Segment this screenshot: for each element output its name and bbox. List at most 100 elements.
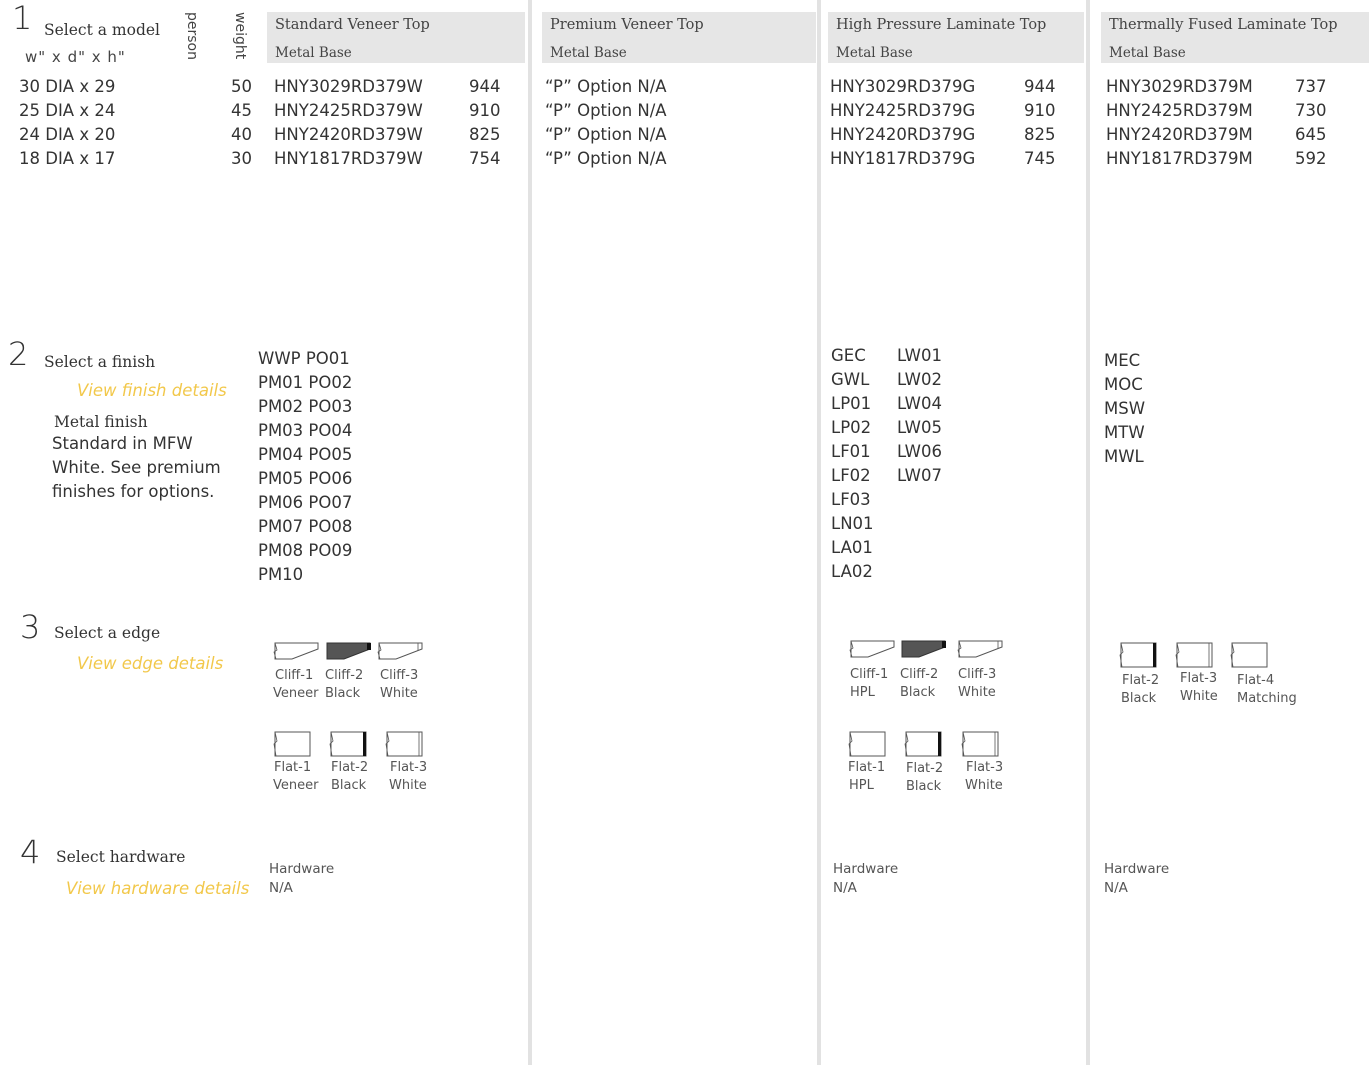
finish-option[interactable]: PM10 (258, 563, 303, 587)
flat-edge-icon[interactable] (273, 731, 312, 757)
product-code: HNY2425RD379M (1106, 101, 1253, 120)
finish-option[interactable]: WWP PO01 (258, 347, 350, 371)
finish-option[interactable]: LF03 (831, 488, 871, 512)
product-price: 737 (1295, 77, 1327, 96)
finish-option[interactable]: LA01 (831, 536, 873, 560)
finish-option[interactable]: MWL (1104, 445, 1144, 469)
finish-option[interactable]: PM02 PO03 (258, 395, 352, 419)
edge-name: Flat-4 (1237, 673, 1275, 688)
view-edge-details-link[interactable]: View edge details (77, 654, 223, 673)
finish-option[interactable]: LW05 (897, 416, 942, 440)
product-price: 944 (1024, 77, 1056, 96)
finish-option[interactable]: PM01 PO02 (258, 371, 352, 395)
edge-name: Cliff-3 (958, 667, 997, 682)
product-price: 825 (1024, 125, 1056, 144)
weight-label: weight (232, 12, 248, 60)
flat-edge-icon[interactable] (1230, 642, 1269, 668)
metal-finish-text: finishes for options. (52, 482, 215, 501)
cliff-edge-icon[interactable] (849, 640, 896, 660)
finish-option[interactable]: LA02 (831, 560, 873, 584)
cliff-edge-icon[interactable] (273, 642, 320, 662)
product-code: “P” Option N/A (545, 101, 667, 120)
edge-sub: Matching (1237, 691, 1297, 706)
finish-option[interactable]: LW02 (897, 368, 942, 392)
edge-sub: White (389, 778, 427, 793)
cliff-edge-white-icon[interactable] (957, 640, 1004, 660)
finish-option[interactable]: MEC (1104, 349, 1140, 373)
finish-option[interactable]: LF01 (831, 440, 871, 464)
finish-option[interactable]: LW04 (897, 392, 942, 416)
flat-edge-white-icon[interactable] (1175, 642, 1214, 668)
edge-name: Flat-1 (274, 760, 312, 775)
column-base-title: Metal Base (1109, 45, 1186, 61)
product-code: “P” Option N/A (545, 77, 667, 96)
model-size: 30 DIA x 29 (19, 77, 116, 96)
finish-option[interactable]: MOC (1104, 373, 1143, 397)
product-code: HNY1817RD379G (830, 149, 976, 168)
finish-option[interactable]: LW01 (897, 344, 942, 368)
finish-option[interactable]: MTW (1104, 421, 1145, 445)
finish-option[interactable]: PM03 PO04 (258, 419, 352, 443)
edge-name: Cliff-1 (850, 667, 889, 682)
step-number: 4 (20, 833, 41, 871)
column-header-hpl: High Pressure Laminate Top Metal Base (828, 12, 1084, 63)
hardware-value: N/A (269, 880, 293, 896)
model-size: 18 DIA x 17 (19, 149, 116, 168)
finish-option[interactable]: PM05 PO06 (258, 467, 352, 491)
column-top-title: Standard Veneer Top (275, 17, 430, 33)
finish-option[interactable]: PM04 PO05 (258, 443, 352, 467)
flat-edge-white-icon[interactable] (961, 731, 1000, 757)
product-price: 910 (469, 101, 501, 120)
edge-name: Cliff-3 (380, 668, 419, 683)
finish-option[interactable]: PM06 PO07 (258, 491, 352, 515)
hardware-value: N/A (833, 880, 857, 896)
column-header-standard-veneer: Standard Veneer Top Metal Base (267, 12, 525, 63)
product-price: 825 (469, 125, 501, 144)
product-price: 592 (1295, 149, 1327, 168)
finish-option[interactable]: LP01 (831, 392, 871, 416)
finish-option[interactable]: LP02 (831, 416, 871, 440)
finish-option[interactable]: LN01 (831, 512, 874, 536)
edge-name: Flat-3 (1180, 671, 1218, 686)
column-top-title: High Pressure Laminate Top (836, 17, 1047, 33)
hardware-value: N/A (1104, 880, 1128, 896)
edge-name: Flat-2 (331, 760, 369, 775)
view-hardware-details-link[interactable]: View hardware details (66, 879, 249, 898)
view-finish-details-link[interactable]: View finish details (77, 381, 227, 400)
finish-option[interactable]: PM07 PO08 (258, 515, 352, 539)
cliff-edge-black-icon[interactable] (326, 642, 372, 662)
flat-edge-black-icon[interactable] (904, 731, 943, 757)
metal-finish-text: Standard in MFW (52, 434, 193, 453)
cliff-edge-white-icon[interactable] (377, 642, 424, 662)
column-top-title: Thermally Fused Laminate Top (1109, 17, 1338, 33)
model-size: 25 DIA x 24 (19, 101, 116, 120)
flat-edge-black-icon[interactable] (1119, 642, 1158, 668)
finish-option[interactable]: GEC (831, 344, 866, 368)
hardware-label: Hardware (269, 861, 335, 877)
edge-name: Cliff-2 (900, 667, 939, 682)
cliff-edge-black-icon[interactable] (901, 640, 947, 660)
finish-option[interactable]: MSW (1104, 397, 1145, 421)
edge-sub: White (380, 686, 418, 701)
flat-edge-icon[interactable] (848, 731, 887, 757)
step-title: Select a finish (44, 353, 156, 371)
product-price: 745 (1024, 149, 1056, 168)
edge-sub: HPL (850, 685, 875, 700)
metal-finish-title: Metal finish (54, 413, 148, 431)
step-number: 1 (12, 0, 33, 37)
product-code: HNY3029RD379G (830, 77, 976, 96)
finish-option[interactable]: LW07 (897, 464, 942, 488)
product-code: HNY1817RD379M (1106, 149, 1253, 168)
edge-sub: White (1180, 689, 1218, 704)
flat-edge-white-icon[interactable] (385, 731, 424, 757)
metal-finish-text: White. See premium (52, 458, 221, 477)
finish-option[interactable]: GWL (831, 368, 869, 392)
finish-option[interactable]: LF02 (831, 464, 871, 488)
column-divider (1086, 0, 1090, 1065)
hardware-label: Hardware (1104, 861, 1170, 877)
finish-option[interactable]: PM08 PO09 (258, 539, 352, 563)
step-number: 3 (20, 608, 41, 646)
product-code: HNY2425RD379G (830, 101, 976, 120)
finish-option[interactable]: LW06 (897, 440, 942, 464)
flat-edge-black-icon[interactable] (329, 731, 368, 757)
